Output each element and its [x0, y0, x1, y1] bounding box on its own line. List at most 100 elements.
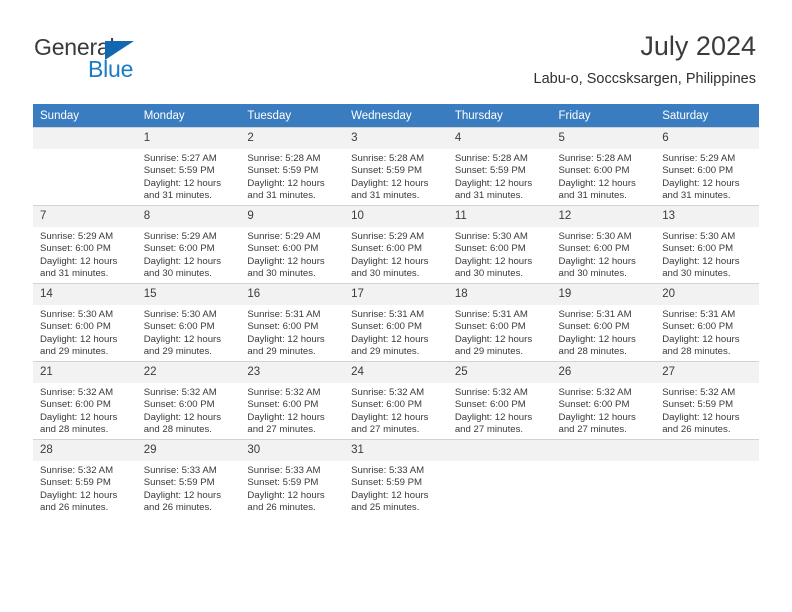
day-info-daylight-line2: and 26 minutes. — [662, 423, 731, 435]
day-cell[interactable]: 11 Sunrise: 5:30 AM Sunset: 6:00 PM Dayligh… — [447, 205, 552, 283]
day-cell[interactable]: 31 Sunrise: 5:33 AM Sunset: 5:59 PM Dayligh… — [344, 439, 448, 517]
day-cell[interactable]: 3 Sunrise: 5:28 AM Sunset: 5:59 PM Daylight… — [344, 127, 448, 205]
calendar-cell: 8 Sunrise: 5:29 AM Sunset: 6:00 PM Daylight… — [136, 205, 241, 283]
day-cell[interactable]: 23 Sunrise: 5:32 AM Sunset: 6:00 PM Dayligh… — [240, 361, 345, 439]
day-info: Sunrise: 5:32 AM Sunset: 6:00 PM Daylight:… — [137, 383, 241, 436]
day-cell[interactable]: 28 Sunrise: 5:32 AM Sunset: 5:59 PM Dayligh… — [33, 439, 137, 517]
calendar-cell: 25 Sunrise: 5:32 AM Sunset: 6:00 PM Dayligh… — [447, 361, 552, 439]
calendar-cell: 28 Sunrise: 5:32 AM Sunset: 5:59 PM Dayligh… — [33, 439, 137, 517]
day-info: Sunrise: 5:31 AM Sunset: 6:00 PM Daylight:… — [448, 305, 552, 358]
day-info-sunset: Sunset: 6:00 PM — [247, 321, 319, 333]
day-info-daylight-line2: and 26 minutes. — [40, 501, 109, 513]
day-info-sunset: Sunset: 6:00 PM — [558, 165, 630, 177]
day-number: 31 — [344, 440, 448, 461]
day-info-daylight-line2: and 30 minutes. — [558, 267, 627, 279]
day-cell[interactable]: 24 Sunrise: 5:32 AM Sunset: 6:00 PM Dayligh… — [344, 361, 448, 439]
title-block: July 2024 Labu-o, Soccsksargen, Philippi… — [534, 30, 756, 88]
day-info-daylight-line2: and 28 minutes. — [143, 423, 212, 435]
day-info-daylight-line1: Daylight: 12 hours — [558, 333, 636, 345]
day-info: Sunrise: 5:32 AM Sunset: 6:00 PM Daylight:… — [344, 383, 448, 436]
day-cell[interactable]: 7 Sunrise: 5:29 AM Sunset: 6:00 PM Daylight… — [33, 205, 137, 283]
day-cell[interactable]: 18 Sunrise: 5:31 AM Sunset: 6:00 PM Dayligh… — [447, 283, 552, 361]
day-info-daylight-line1: Daylight: 12 hours — [351, 255, 429, 267]
day-info-daylight-line2: and 29 minutes. — [247, 345, 316, 357]
day-info-sunrise: Sunrise: 5:33 AM — [351, 465, 425, 476]
weekday-header-friday: Friday — [551, 104, 656, 127]
day-cell[interactable]: 16 Sunrise: 5:31 AM Sunset: 6:00 PM Dayligh… — [240, 283, 345, 361]
day-number: 25 — [447, 362, 552, 383]
day-cell[interactable]: 2 Sunrise: 5:28 AM Sunset: 5:59 PM Daylight… — [240, 127, 345, 205]
day-info-sunset: Sunset: 5:59 PM — [662, 399, 734, 411]
day-info-sunrise: Sunrise: 5:30 AM — [558, 231, 632, 242]
day-cell[interactable]: 20 Sunrise: 5:31 AM Sunset: 6:00 PM Dayligh… — [655, 283, 759, 361]
day-cell[interactable]: 10 Sunrise: 5:29 AM Sunset: 6:00 PM Dayligh… — [344, 205, 448, 283]
day-info-daylight-line1: Daylight: 12 hours — [247, 333, 325, 345]
day-info-sunrise: Sunrise: 5:29 AM — [247, 231, 321, 242]
day-info-daylight-line1: Daylight: 12 hours — [351, 411, 429, 423]
day-number: 5 — [551, 128, 656, 149]
day-info-sunset: Sunset: 6:00 PM — [454, 321, 526, 333]
calendar-week-row: 28 Sunrise: 5:32 AM Sunset: 5:59 PM Dayligh… — [33, 439, 759, 517]
calendar-cell: 5 Sunrise: 5:28 AM Sunset: 6:00 PM Daylight… — [551, 127, 656, 205]
day-info: Sunrise: 5:32 AM Sunset: 5:59 PM Daylight:… — [33, 461, 137, 514]
day-cell[interactable]: 6 Sunrise: 5:29 AM Sunset: 6:00 PM Daylight… — [655, 127, 759, 205]
day-number: 4 — [447, 128, 552, 149]
day-info-daylight-line2: and 30 minutes. — [454, 267, 524, 279]
day-number: 21 — [33, 362, 137, 383]
day-cell[interactable]: 22 Sunrise: 5:32 AM Sunset: 6:00 PM Dayligh… — [136, 361, 241, 439]
day-number: 22 — [136, 362, 241, 383]
calendar-cell: 31 Sunrise: 5:33 AM Sunset: 5:59 PM Dayligh… — [344, 439, 448, 517]
day-cell[interactable]: 21 Sunrise: 5:32 AM Sunset: 6:00 PM Dayligh… — [33, 361, 137, 439]
day-info-daylight-line1: Daylight: 12 hours — [143, 255, 222, 267]
day-info: Sunrise: 5:28 AM Sunset: 5:59 PM Daylight:… — [448, 149, 552, 202]
day-info-sunrise: Sunrise: 5:32 AM — [454, 387, 528, 398]
day-info-sunrise: Sunrise: 5:30 AM — [40, 309, 114, 320]
calendar-cell: 2 Sunrise: 5:28 AM Sunset: 5:59 PM Daylight… — [240, 127, 345, 205]
day-info-daylight-line2: and 27 minutes. — [351, 423, 420, 435]
day-cell[interactable]: 15 Sunrise: 5:30 AM Sunset: 6:00 PM Dayligh… — [136, 283, 241, 361]
day-cell[interactable]: 5 Sunrise: 5:28 AM Sunset: 6:00 PM Daylight… — [551, 127, 656, 205]
day-info-sunrise: Sunrise: 5:32 AM — [662, 387, 736, 398]
day-cell[interactable]: 13 Sunrise: 5:30 AM Sunset: 6:00 PM Dayligh… — [655, 205, 759, 283]
day-info-sunset: Sunset: 5:59 PM — [351, 477, 423, 489]
brand-logo[interactable]: General Blue — [34, 36, 264, 92]
day-number: 27 — [655, 362, 759, 383]
calendar-cell: 30 Sunrise: 5:33 AM Sunset: 5:59 PM Dayligh… — [240, 439, 345, 517]
day-cell[interactable]: 9 Sunrise: 5:29 AM Sunset: 6:00 PM Daylight… — [240, 205, 345, 283]
calendar-week-row: 14 Sunrise: 5:30 AM Sunset: 6:00 PM Dayligh… — [33, 283, 759, 361]
day-info-daylight-line1: Daylight: 12 hours — [40, 411, 118, 423]
weekday-header-wednesday: Wednesday — [344, 104, 448, 127]
day-cell[interactable]: 30 Sunrise: 5:33 AM Sunset: 5:59 PM Dayligh… — [240, 439, 345, 517]
day-cell[interactable]: 8 Sunrise: 5:29 AM Sunset: 6:00 PM Daylight… — [136, 205, 241, 283]
day-info-daylight-line2: and 27 minutes. — [247, 423, 316, 435]
day-info-daylight-line1: Daylight: 12 hours — [247, 489, 325, 501]
day-info-daylight-line2: and 29 minutes. — [454, 345, 524, 357]
calendar-cell: 1 Sunrise: 5:27 AM Sunset: 5:59 PM Daylight… — [136, 127, 241, 205]
day-info-sunset: Sunset: 6:00 PM — [662, 243, 734, 255]
day-cell[interactable]: 14 Sunrise: 5:30 AM Sunset: 6:00 PM Dayligh… — [33, 283, 137, 361]
day-number: 10 — [344, 206, 448, 227]
day-info-daylight-line1: Daylight: 12 hours — [558, 411, 636, 423]
day-info: Sunrise: 5:29 AM Sunset: 6:00 PM Daylight:… — [33, 227, 137, 280]
day-cell[interactable]: 27 Sunrise: 5:32 AM Sunset: 5:59 PM Dayligh… — [655, 361, 759, 439]
weekday-header-sunday: Sunday — [33, 104, 137, 127]
day-info-daylight-line1: Daylight: 12 hours — [351, 177, 429, 189]
day-cell[interactable]: 19 Sunrise: 5:31 AM Sunset: 6:00 PM Dayligh… — [551, 283, 656, 361]
weekday-header-saturday: Saturday — [655, 104, 759, 127]
day-cell[interactable]: 17 Sunrise: 5:31 AM Sunset: 6:00 PM Dayligh… — [344, 283, 448, 361]
day-info: Sunrise: 5:31 AM Sunset: 6:00 PM Daylight:… — [552, 305, 656, 358]
day-cell[interactable]: 1 Sunrise: 5:27 AM Sunset: 5:59 PM Daylight… — [136, 127, 241, 205]
day-info-sunrise: Sunrise: 5:28 AM — [351, 153, 425, 164]
day-number: 26 — [551, 362, 656, 383]
day-info-sunset: Sunset: 6:00 PM — [351, 399, 423, 411]
day-info-sunrise: Sunrise: 5:31 AM — [454, 309, 528, 320]
day-cell[interactable]: 29 Sunrise: 5:33 AM Sunset: 5:59 PM Dayligh… — [136, 439, 241, 517]
day-number: 30 — [240, 440, 345, 461]
calendar-cell: 3 Sunrise: 5:28 AM Sunset: 5:59 PM Daylight… — [344, 127, 448, 205]
day-cell[interactable]: 26 Sunrise: 5:32 AM Sunset: 6:00 PM Dayligh… — [551, 361, 656, 439]
day-cell[interactable]: 12 Sunrise: 5:30 AM Sunset: 6:00 PM Dayligh… — [551, 205, 656, 283]
day-cell[interactable]: 4 Sunrise: 5:28 AM Sunset: 5:59 PM Daylight… — [447, 127, 552, 205]
day-cell[interactable]: 25 Sunrise: 5:32 AM Sunset: 6:00 PM Dayligh… — [447, 361, 552, 439]
day-info-daylight-line1: Daylight: 12 hours — [454, 333, 533, 345]
day-info-daylight-line1: Daylight: 12 hours — [558, 255, 636, 267]
